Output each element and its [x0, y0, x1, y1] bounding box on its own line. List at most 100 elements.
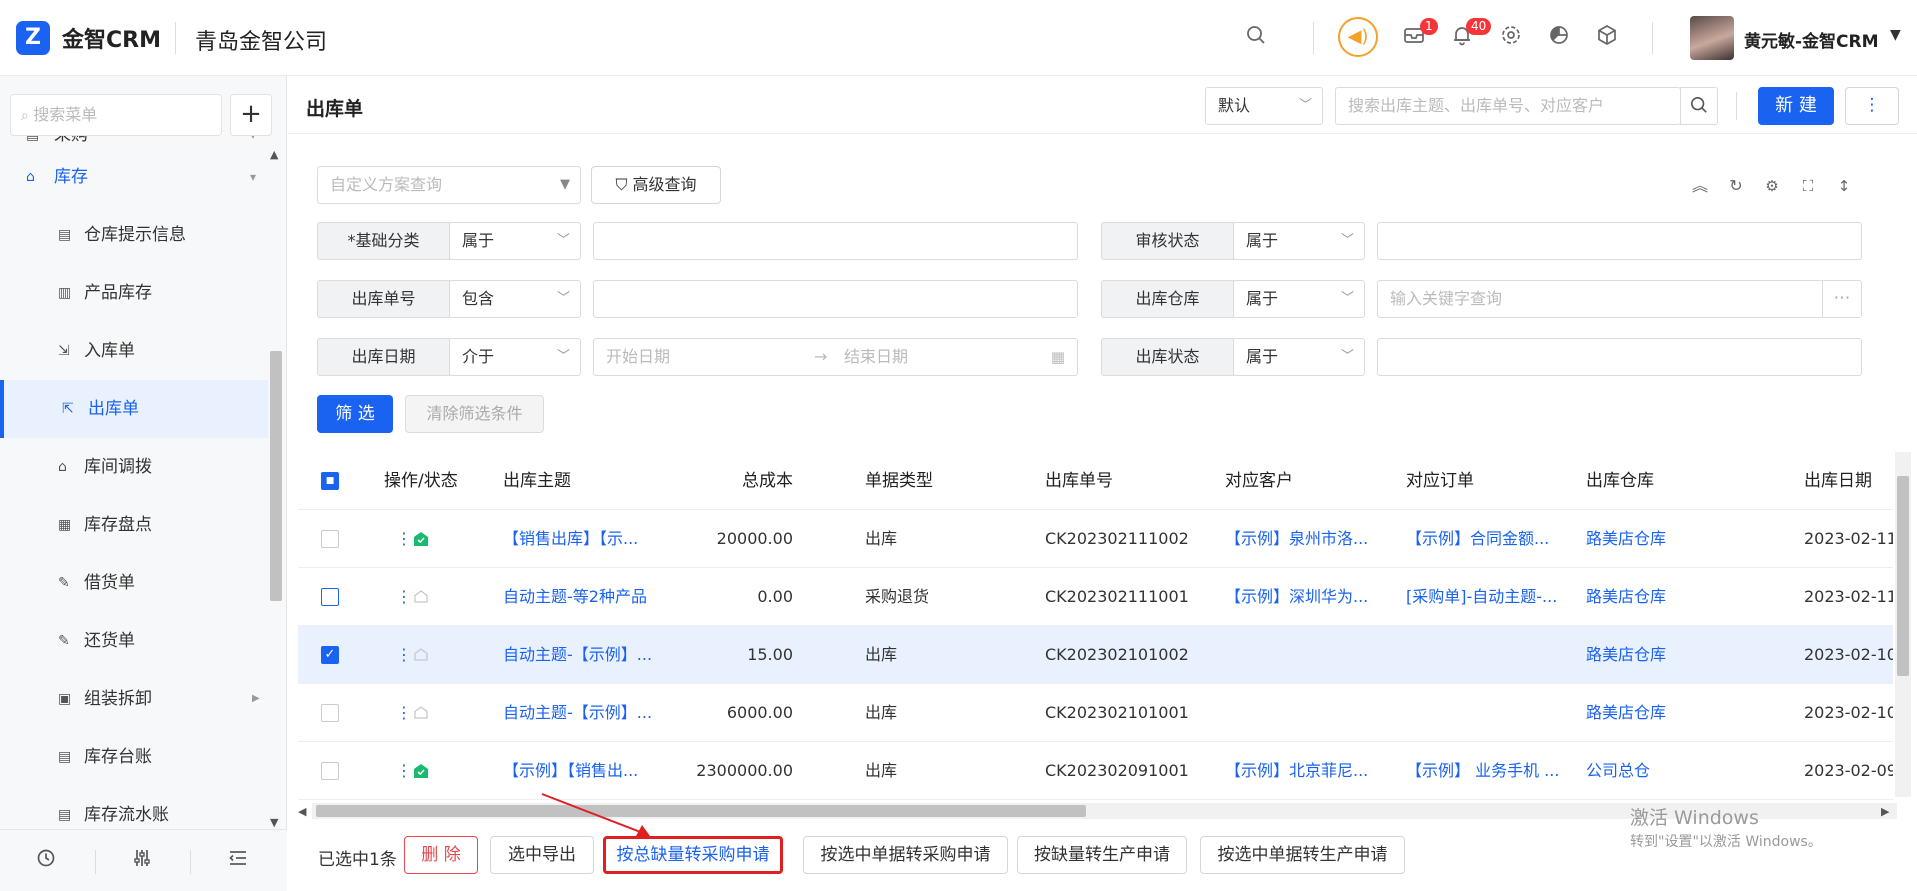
selected-to-production-button[interactable]: 按选中单据转生产申请 — [1200, 836, 1405, 874]
scroll-up-icon[interactable]: ▲ — [270, 148, 278, 161]
table-row[interactable]: ⋮ 【销售出库】【示... 20000.00 出库 CK202302111002 【示例】… — [298, 510, 1893, 568]
col-header-warehouse[interactable]: 出库仓库 — [1586, 452, 1654, 510]
sidebar-item[interactable]: ▤ 库存流水账 — [0, 786, 268, 826]
row-checkbox[interactable] — [321, 762, 339, 780]
row-checkbox[interactable]: ✓ — [321, 646, 339, 664]
sidebar-group-inventory[interactable]: ⌂ 库存 ▾ — [0, 148, 268, 206]
export-selected-button[interactable]: 选中导出 — [490, 836, 594, 874]
sidebar-item[interactable]: ▦ 库存盘点 — [0, 496, 268, 554]
sidebar-item[interactable]: ▣ 组装拆卸 ▶ — [0, 670, 268, 728]
filter-button[interactable]: 筛 选 — [317, 395, 393, 433]
col-header-action[interactable]: 操作/状态 — [384, 452, 458, 510]
custom-scheme-select[interactable]: 自定义方案查询 ▼ — [317, 166, 581, 204]
cell-warehouse[interactable]: 公司总仓 — [1586, 742, 1756, 800]
col-header-order[interactable]: 对应订单 — [1406, 452, 1474, 510]
col-header-type[interactable]: 单据类型 — [865, 452, 933, 510]
cell-customer[interactable]: 【示例】深圳华为... — [1225, 568, 1395, 626]
user-name[interactable]: 黄元敏-金智CRM — [1744, 27, 1879, 52]
table-row[interactable]: ⋮ 自动主题-等2种产品 0.00 采购退货 CK202302111001 【示例】深圳华… — [298, 568, 1893, 626]
new-button[interactable]: 新 建 — [1758, 87, 1834, 125]
view-select[interactable]: 默认 ﹀ — [1205, 87, 1323, 125]
table-hscroll-thumb[interactable] — [316, 805, 1086, 817]
cell-warehouse[interactable]: 路美店仓库 — [1586, 510, 1756, 568]
cell-warehouse[interactable]: 路美店仓库 — [1586, 684, 1756, 742]
sidebar-item[interactable]: ✎ 借货单 — [0, 554, 268, 612]
warehouse-picker-button[interactable]: ⋯ — [1822, 280, 1862, 318]
settings-icon[interactable]: ⚙ — [1758, 172, 1786, 200]
col-header-subject[interactable]: 出库主题 — [503, 452, 571, 510]
brand-logo-icon[interactable]: Z — [16, 21, 50, 55]
shortage-to-production-button[interactable]: 按缺量转生产申请 — [1017, 836, 1187, 874]
cell-subject[interactable]: 自动主题-【示例】... — [503, 626, 663, 684]
cell-customer[interactable] — [1225, 684, 1395, 742]
menu-search-input[interactable]: ⌕ 搜索菜单 — [10, 94, 222, 136]
history-icon[interactable] — [32, 847, 60, 875]
cube-icon[interactable] — [1593, 24, 1621, 52]
row-checkbox[interactable] — [321, 588, 339, 606]
filter-value-status[interactable] — [1377, 338, 1862, 376]
list-search-button[interactable] — [1680, 87, 1718, 125]
total-shortage-to-purchase-button[interactable]: 按总缺量转采购申请 — [603, 836, 783, 874]
filter-op-order-no[interactable]: 包含 ﹀ — [449, 280, 581, 318]
cell-order[interactable] — [1406, 684, 1576, 742]
sidebar-item[interactable]: ▥ 产品库存 — [0, 264, 268, 322]
sidebar-item[interactable]: ⇲ 入库单 — [0, 322, 268, 380]
row-checkbox[interactable] — [321, 530, 339, 548]
delete-button[interactable]: 删 除 — [404, 836, 478, 874]
row-menu-icon[interactable]: ⋮ — [396, 626, 412, 684]
date-range-input[interactable]: 开始日期 → 结束日期 ▦ — [593, 338, 1078, 376]
user-menu-caret-icon[interactable]: ▼ — [1890, 27, 1901, 43]
col-header-no[interactable]: 出库单号 — [1045, 452, 1113, 510]
sidebar-item[interactable]: ⌂ 库间调拨 — [0, 438, 268, 496]
col-header-cost[interactable]: 总成本 — [648, 452, 793, 510]
collapse-up-icon[interactable]: ︽ — [1686, 172, 1714, 200]
filter-value-warehouse[interactable]: 输入关键字查询 — [1377, 280, 1823, 318]
filter-op-status[interactable]: 属于 ﹀ — [1233, 338, 1365, 376]
table-row[interactable]: ⋮ 自动主题-【示例】... 6000.00 出库 CK202302101001 路美店仓… — [298, 684, 1893, 742]
cell-customer[interactable]: 【示例】北京菲尼... — [1225, 742, 1395, 800]
row-menu-icon[interactable]: ⋮ — [396, 742, 412, 800]
row-menu-icon[interactable]: ⋮ — [396, 510, 412, 568]
settings-sliders-icon[interactable] — [128, 847, 156, 875]
row-checkbox[interactable] — [321, 704, 339, 722]
cell-subject[interactable]: 自动主题-等2种产品 — [503, 568, 663, 626]
clear-filter-button[interactable]: 清除筛选条件 — [405, 395, 544, 433]
more-actions-button[interactable]: ⋮ — [1845, 87, 1899, 125]
sidebar-item[interactable]: ✎ 还货单 — [0, 612, 268, 670]
cell-customer[interactable]: 【示例】泉州市洛... — [1225, 510, 1395, 568]
filter-op-audit[interactable]: 属于 ﹀ — [1233, 222, 1365, 260]
user-avatar[interactable] — [1690, 16, 1734, 60]
add-menu-button[interactable]: + — [230, 94, 272, 136]
sidebar-item[interactable]: ▤ 库存台账 — [0, 728, 268, 786]
scroll-left-icon[interactable]: ◀ — [298, 805, 306, 818]
filter-op-category[interactable]: 属于 ﹀ — [449, 222, 581, 260]
cell-warehouse[interactable]: 路美店仓库 — [1586, 568, 1756, 626]
cell-subject[interactable]: 自动主题-【示例】... — [503, 684, 663, 742]
advanced-query-button[interactable]: ⛉ 高级查询 — [591, 166, 721, 204]
gear-icon[interactable] — [1497, 24, 1525, 52]
scroll-down-icon[interactable]: ▼ — [270, 816, 278, 829]
sidebar-scroll-thumb[interactable] — [270, 351, 282, 601]
cell-order[interactable] — [1406, 626, 1576, 684]
selected-to-purchase-button[interactable]: 按选中单据转采购申请 — [803, 836, 1008, 874]
sidebar-item[interactable]: ▤ 仓库提示信息 — [0, 206, 268, 264]
announcement-speaker-icon[interactable]: ◀) — [1338, 17, 1378, 57]
collapse-menu-icon[interactable] — [224, 847, 252, 875]
filter-op-date[interactable]: 介于 ﹀ — [449, 338, 581, 376]
col-header-customer[interactable]: 对应客户 — [1225, 452, 1293, 510]
row-height-icon[interactable]: ↕ — [1830, 172, 1858, 200]
filter-value-category[interactable] — [593, 222, 1078, 260]
sidebar-item[interactable]: ⇱ 出库单 — [0, 380, 268, 438]
fullscreen-icon[interactable]: ⛶ — [1794, 172, 1822, 200]
list-search-input[interactable]: 搜索出库主题、出库单号、对应客户 — [1335, 87, 1681, 125]
table-row[interactable]: ✓ ⋮ 自动主题-【示例】... 15.00 出库 CK202302101002 路美店仓库… — [298, 626, 1893, 684]
cell-warehouse[interactable]: 路美店仓库 — [1586, 626, 1756, 684]
cell-subject[interactable]: 【销售出库】【示... — [503, 510, 663, 568]
refresh-icon[interactable]: ↻ — [1722, 172, 1750, 200]
cell-order[interactable]: [采购单]-自动主题-... — [1406, 568, 1576, 626]
company-name[interactable]: 青岛金智公司 — [195, 24, 327, 56]
select-all-checkbox[interactable]: ■ — [321, 472, 339, 490]
search-icon[interactable] — [1242, 24, 1270, 52]
col-header-date[interactable]: 出库日期 — [1804, 452, 1872, 510]
row-menu-icon[interactable]: ⋮ — [396, 684, 412, 742]
